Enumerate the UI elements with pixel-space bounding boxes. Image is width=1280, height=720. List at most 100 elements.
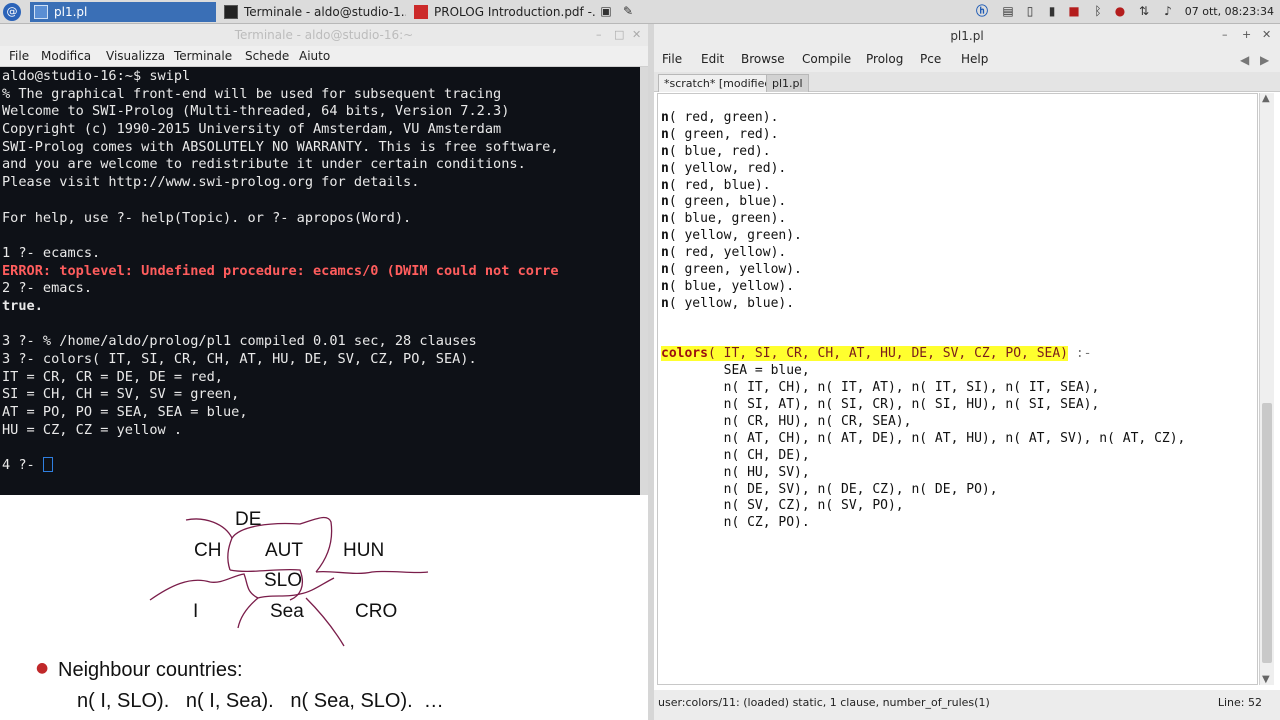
code-line: n( yellow, blue). xyxy=(661,295,795,311)
map-label-slo: SLO xyxy=(264,570,303,591)
task-pl1[interactable]: pl1.pl xyxy=(30,2,216,22)
editor-scrollbar[interactable]: ▲ ▼ xyxy=(1259,93,1274,685)
map-label-hun: HUN xyxy=(343,540,385,561)
editor-menubar: File Edit Browse Compile Prolog Pce Help… xyxy=(654,48,1280,72)
clause-neck: :- xyxy=(1068,346,1092,362)
terminal-titlebar[interactable]: Terminale - aldo@studio-16:~ – □ ✕ xyxy=(0,24,648,46)
menu-schede[interactable]: Schede xyxy=(245,46,289,67)
volume-icon[interactable]: ♪ xyxy=(1160,3,1176,20)
minimize-icon[interactable]: – xyxy=(1222,24,1228,46)
terminal-line: and you are welcome to redistribute it u… xyxy=(2,156,526,173)
menu-file[interactable]: File xyxy=(662,49,682,70)
code-line: n( SI, AT), n( SI, CR), n( SI, HU), n( S… xyxy=(661,397,1100,413)
country-map xyxy=(149,516,429,647)
hp-icon[interactable]: ⓗ xyxy=(974,3,990,20)
back-arrow-icon[interactable]: ◀ xyxy=(1240,49,1249,71)
menu-modifica[interactable]: Modifica xyxy=(41,46,91,67)
document-icon[interactable]: ▯ xyxy=(1022,3,1038,20)
notes-icon[interactable]: ▤ xyxy=(1000,3,1016,20)
terminal-line: Welcome to SWI-Prolog (Multi-threaded, 6… xyxy=(2,103,510,120)
code-line: n( CH, DE), xyxy=(661,447,810,463)
scrollbar-thumb[interactable] xyxy=(1262,403,1272,663)
code-line: n( blue, green). xyxy=(661,211,787,227)
code-line: n( IT, CH), n( IT, AT), n( IT, SI), n( I… xyxy=(661,380,1100,396)
terminal-line: 1 ?- ecamcs. xyxy=(2,244,101,261)
code-line: n( CR, HU), n( CR, SEA), xyxy=(661,414,912,430)
tab-pl1[interactable]: pl1.pl xyxy=(766,74,809,92)
menu-visualizza[interactable]: Visualizza xyxy=(106,46,165,67)
menu-compile[interactable]: Compile xyxy=(802,49,851,70)
maximize-icon[interactable]: □ xyxy=(614,24,624,46)
clause-head-name: colors xyxy=(661,346,708,362)
code-line: n( red, green). xyxy=(661,110,779,125)
text-cursor xyxy=(42,457,53,473)
bluetooth-icon[interactable]: ᛒ xyxy=(1090,3,1106,20)
battery-icon[interactable]: ▮ xyxy=(1044,3,1060,20)
terminal-line: 3 ?- % /home/aldo/prolog/pl1 compiled 0.… xyxy=(2,333,477,350)
record-icon[interactable]: ■ xyxy=(1066,3,1082,20)
task-pdf[interactable]: PROLOG Introduction.pdf -... xyxy=(410,2,596,22)
clause-head-line: colors( IT, SI, CR, CH, AT, HU, DE, SV, … xyxy=(661,346,1185,363)
slide-bullet: Neighbour countries: xyxy=(58,659,243,681)
camera-icon[interactable]: ● xyxy=(1112,3,1128,20)
close-icon[interactable]: ✕ xyxy=(632,24,641,46)
terminal-line: For help, use ?- help(Topic). or ?- apro… xyxy=(2,209,412,226)
code-line: n( AT, CH), n( AT, DE), n( AT, HU), n( A… xyxy=(661,430,1186,446)
terminal-prompt-line[interactable]: 4 ?- xyxy=(2,457,640,475)
menu-help[interactable]: Help xyxy=(961,49,988,70)
terminal-line: % The graphical front-end will be used f… xyxy=(2,85,502,102)
menu-file[interactable]: File xyxy=(9,46,29,67)
code-line: n( blue, yellow). xyxy=(661,278,795,294)
editor-tabs: *scratch* [modified] pl1.pl xyxy=(654,72,1280,92)
menu-pce[interactable]: Pce xyxy=(920,49,941,70)
terminal-scrollbar[interactable] xyxy=(640,67,648,495)
terminal-launcher-icon[interactable]: ▣ xyxy=(598,3,614,20)
clock[interactable]: 07 ott, 08:23:34 xyxy=(1185,0,1274,24)
window-title: pl1.pl xyxy=(950,29,984,43)
task-label: Terminale - aldo@studio-1... xyxy=(244,5,406,19)
scroll-down-icon[interactable]: ▼ xyxy=(1262,674,1270,685)
tab-scratch[interactable]: *scratch* [modified] xyxy=(658,74,782,92)
task-terminal[interactable]: Terminale - aldo@studio-1... xyxy=(220,2,406,22)
text-editor-launcher-icon[interactable]: ✎ xyxy=(620,3,636,20)
menu-edit[interactable]: Edit xyxy=(701,49,724,70)
terminal-menubar: File Modifica Visualizza Terminale Sched… xyxy=(0,46,648,67)
terminal-line: aldo@studio-16:~$ swipl xyxy=(2,68,191,84)
code-line: n( yellow, red). xyxy=(661,160,787,176)
code-line: SEA = blue, xyxy=(661,363,810,379)
task-label: pl1.pl xyxy=(54,5,88,19)
terminal-output[interactable]: aldo@studio-16:~$ swipl % The graphical … xyxy=(0,67,640,495)
map-label-cro: CRO xyxy=(355,601,398,622)
terminal-line: 3 ?- colors( IT, SI, CR, CH, AT, HU, DE,… xyxy=(2,351,477,367)
slide-content: DE CH AUT HUN SLO I Sea CRO xyxy=(0,496,648,720)
code-line: n( green, blue). xyxy=(661,194,787,210)
minimize-icon[interactable]: – xyxy=(596,24,602,46)
editor-statusbar: user:colors/11: (loaded) static, 1 claus… xyxy=(654,690,1280,720)
code-line: n( DE, SV), n( DE, CZ), n( DE, PO), xyxy=(661,481,998,497)
bullet-icon: ● xyxy=(36,660,49,676)
menu-aiuto[interactable]: Aiuto xyxy=(299,46,330,67)
code-editor[interactable]: n( red, green). n( green, red). n( blue,… xyxy=(657,93,1258,685)
menu-terminale[interactable]: Terminale xyxy=(174,46,232,67)
scroll-up-icon[interactable]: ▲ xyxy=(1262,93,1270,104)
code-line: n( green, red). xyxy=(661,126,779,142)
terminal-line: SWI-Prolog comes with ABSOLUTELY NO WARR… xyxy=(2,138,559,155)
map-label-i: I xyxy=(193,601,199,622)
status-text: user:colors/11: (loaded) static, 1 claus… xyxy=(658,696,990,709)
debian-swirl-icon[interactable]: @ xyxy=(3,3,21,21)
menu-prolog[interactable]: Prolog xyxy=(866,49,903,70)
close-icon[interactable]: ✕ xyxy=(1262,24,1271,46)
forward-arrow-icon[interactable]: ▶ xyxy=(1260,49,1269,71)
terminal-line: AT = PO, PO = SEA, SEA = blue, xyxy=(2,404,248,421)
menu-browse[interactable]: Browse xyxy=(741,49,785,70)
maximize-icon[interactable]: + xyxy=(1242,24,1251,46)
line-number: Line: 52 xyxy=(1217,696,1262,709)
network-icon[interactable]: ⇅ xyxy=(1136,3,1152,20)
editor-titlebar[interactable]: pl1.pl – + ✕ xyxy=(654,24,1280,48)
map-label-aut: AUT xyxy=(265,540,303,561)
code-line: n( red, blue). xyxy=(661,177,771,193)
